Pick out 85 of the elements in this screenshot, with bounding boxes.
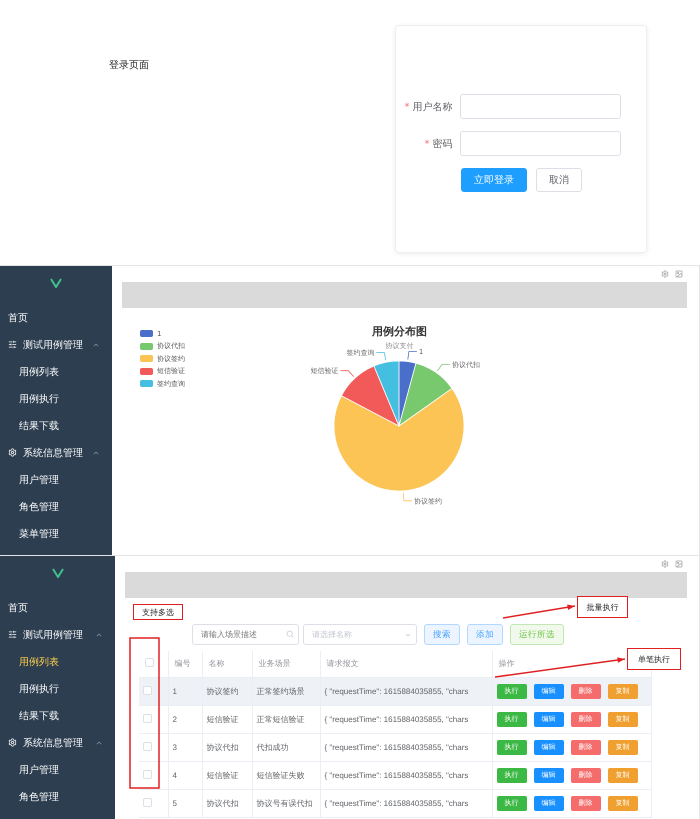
field-label: 密码 bbox=[432, 138, 452, 150]
sliders-icon bbox=[8, 340, 17, 349]
leader-line bbox=[376, 352, 386, 361]
input-field[interactable] bbox=[460, 131, 621, 156]
leader-line bbox=[436, 364, 450, 372]
table-cell: { "requestTime": 1615884035855, "chars bbox=[320, 761, 492, 789]
table-cell: 正常短信验证 bbox=[252, 705, 320, 733]
sidebar-item[interactable]: 角色管理 bbox=[0, 493, 112, 520]
table-cell: 1 bbox=[168, 677, 202, 705]
group-label: 测试用例管理 bbox=[23, 628, 84, 642]
sidebar-group[interactable]: 系统信息管理 bbox=[0, 439, 112, 466]
cancel-button[interactable]: 取消 bbox=[536, 168, 582, 192]
column-header: 请求报文 bbox=[320, 651, 492, 677]
input-field[interactable] bbox=[460, 94, 621, 119]
table-cell: 短信验证 bbox=[202, 705, 252, 733]
checkbox[interactable] bbox=[143, 714, 152, 722]
table-cell: { "requestTime": 1615884035855, "chars bbox=[320, 733, 492, 761]
group-label: 系统信息管理 bbox=[23, 446, 84, 460]
search-icon bbox=[286, 630, 294, 638]
image-icon[interactable] bbox=[675, 270, 683, 278]
sidebar-group[interactable]: 测试用例管理 bbox=[0, 331, 112, 358]
annotation-note: 单笔执行 bbox=[627, 648, 681, 670]
checkbox[interactable] bbox=[143, 686, 152, 694]
settings-icon bbox=[8, 448, 17, 457]
checkbox[interactable] bbox=[143, 742, 152, 750]
group-label: 测试用例管理 bbox=[23, 338, 84, 352]
column-header: 业务场景 bbox=[252, 651, 320, 677]
column-header: 名称 bbox=[202, 651, 252, 677]
checkbox[interactable] bbox=[143, 798, 152, 806]
required-mark: * bbox=[424, 138, 430, 150]
sidebar-item[interactable]: 结果下载 bbox=[0, 702, 115, 729]
logo-icon bbox=[52, 568, 64, 578]
table-cell: { "requestTime": 1615884035855, "chars bbox=[320, 677, 492, 705]
table-cell: 协议代扣 bbox=[202, 789, 252, 817]
checkbox[interactable] bbox=[145, 658, 154, 668]
column-header: 编号 bbox=[168, 651, 202, 677]
sidebar-group[interactable]: 测试用例管理 bbox=[0, 621, 115, 648]
sidebar-item[interactable]: 用例列表 bbox=[0, 358, 112, 385]
sidebar-item[interactable]: 用例列表 bbox=[0, 648, 115, 675]
table-cell: 协议签约 bbox=[202, 677, 252, 705]
sidebar-item[interactable]: 菜单管理 bbox=[0, 520, 112, 547]
leader-line bbox=[403, 492, 412, 502]
toolbar-button[interactable]: 添加 bbox=[467, 624, 503, 645]
sidebar-item[interactable]: 用户管理 bbox=[0, 466, 112, 493]
table-cell: 短信验证 bbox=[202, 761, 252, 789]
field-label: 用户名称 bbox=[412, 102, 452, 112]
sidebar-item[interactable]: 首页 bbox=[0, 304, 112, 331]
table-cell: 4 bbox=[168, 761, 202, 789]
table-cell: 代扣成功 bbox=[252, 733, 320, 761]
annotation-note: 支持多选 bbox=[133, 604, 183, 620]
annotation-note: 批量执行 bbox=[577, 596, 628, 618]
leader-line bbox=[340, 370, 354, 377]
settings-icon[interactable] bbox=[661, 270, 669, 278]
checkbox[interactable] bbox=[143, 770, 152, 778]
sidebar-item[interactable]: 用户管理 bbox=[0, 756, 115, 783]
group-label: 系统信息管理 bbox=[23, 736, 84, 750]
table-cell: 短信验证失败 bbox=[252, 761, 320, 789]
logo-icon bbox=[50, 278, 62, 288]
leader-line bbox=[407, 351, 418, 360]
table-cell: 2 bbox=[168, 705, 202, 733]
chart-title: 用例分布图 bbox=[372, 324, 427, 339]
sidebar-item[interactable]: 首页 bbox=[0, 594, 115, 621]
settings-icon[interactable] bbox=[661, 560, 669, 568]
table-cell: 正常签约场景 bbox=[252, 677, 320, 705]
table-cell: 协议代扣 bbox=[202, 733, 252, 761]
sliders-icon bbox=[8, 630, 17, 639]
sidebar-group[interactable]: 系统信息管理 bbox=[0, 729, 115, 756]
search-field[interactable]: 请输入场景描述 bbox=[192, 624, 299, 645]
page-heading: 登录页面 bbox=[109, 59, 149, 72]
toolbar-button[interactable]: 搜索 bbox=[424, 624, 460, 645]
toolbar-button[interactable]: 运行所选 bbox=[510, 624, 564, 645]
name-select[interactable]: 请选择名称 bbox=[303, 624, 417, 645]
sidebar-item[interactable]: 用例执行 bbox=[0, 385, 112, 412]
settings-icon bbox=[8, 738, 17, 747]
sidebar-item[interactable]: 角色管理 bbox=[0, 783, 115, 810]
table-cell: 3 bbox=[168, 733, 202, 761]
table-cell: { "requestTime": 1615884035855, "chars bbox=[320, 789, 492, 817]
sidebar-item[interactable]: 用例执行 bbox=[0, 675, 115, 702]
table-cell: { "requestTime": 1615884035855, "chars bbox=[320, 705, 492, 733]
table-cell: 5 bbox=[168, 789, 202, 817]
required-mark: * bbox=[404, 102, 410, 112]
table-cell: 协议号有误代扣 bbox=[252, 789, 320, 817]
sidebar-item[interactable]: 结果下载 bbox=[0, 412, 112, 439]
image-icon[interactable] bbox=[675, 560, 683, 568]
login-button[interactable]: 立即登录 bbox=[461, 168, 527, 192]
